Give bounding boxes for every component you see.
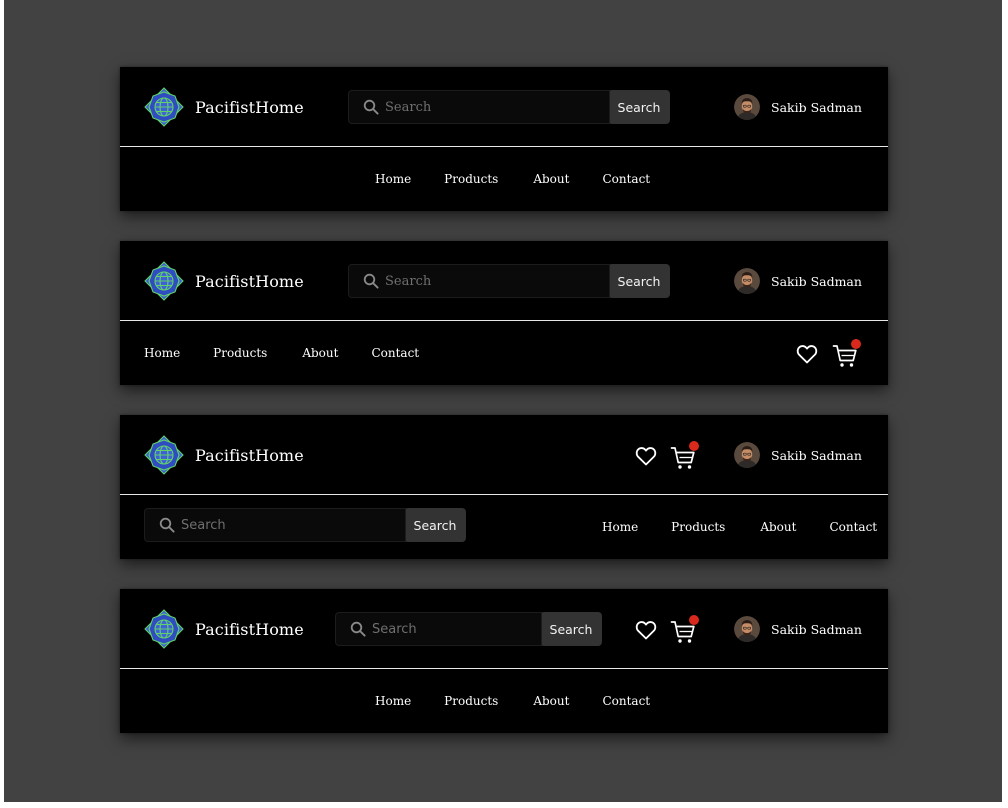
nav-link-home[interactable]: Home bbox=[144, 346, 180, 360]
cart-button[interactable] bbox=[670, 441, 699, 471]
navbar-bottom-row: Home Products About Contact bbox=[120, 321, 888, 385]
navbar-variant-1: PacifistHome Search Sakib Sadman Home Pr… bbox=[120, 67, 888, 211]
brand-name: PacifistHome bbox=[195, 271, 304, 291]
navbar-top-row: PacifistHome Search Sakib Sadman bbox=[120, 589, 888, 668]
search-input[interactable] bbox=[349, 91, 609, 123]
nav-link-about[interactable]: About bbox=[760, 520, 796, 534]
logo-icon bbox=[144, 261, 184, 301]
nav-link-products[interactable]: Products bbox=[444, 172, 498, 186]
navbar-top-row: PacifistHome Sakib Sadman bbox=[120, 415, 888, 494]
search-button[interactable]: Search bbox=[540, 612, 602, 646]
brand[interactable]: PacifistHome bbox=[144, 261, 304, 301]
nav-link-contact[interactable]: Contact bbox=[602, 694, 650, 708]
search-button[interactable]: Search bbox=[608, 264, 670, 298]
navbar-top-row: PacifistHome Search Sakib Sadman bbox=[120, 67, 888, 146]
search-bar: Search bbox=[348, 264, 670, 298]
nav-links: Home Products About Contact bbox=[375, 147, 650, 211]
user-name: Sakib Sadman bbox=[771, 621, 862, 637]
search-icon bbox=[159, 517, 175, 533]
search-button[interactable]: Search bbox=[404, 508, 466, 542]
brand-name: PacifistHome bbox=[195, 97, 304, 117]
wishlist-button[interactable] bbox=[634, 444, 660, 470]
logo-icon bbox=[144, 87, 184, 127]
nav-link-about[interactable]: About bbox=[533, 172, 569, 186]
search-icon bbox=[363, 273, 379, 289]
user-profile[interactable]: Sakib Sadman bbox=[734, 93, 862, 121]
wishlist-button[interactable] bbox=[634, 618, 660, 644]
cart-button[interactable] bbox=[670, 615, 699, 645]
avatar bbox=[734, 616, 760, 642]
heart-icon bbox=[634, 618, 658, 642]
nav-link-products[interactable]: Products bbox=[444, 694, 498, 708]
wishlist-button[interactable] bbox=[795, 342, 821, 368]
user-profile[interactable]: Sakib Sadman bbox=[734, 267, 862, 295]
search-bar: Search bbox=[348, 90, 670, 124]
heart-icon bbox=[795, 342, 819, 366]
search-bar: Search bbox=[144, 508, 466, 542]
nav-links: Home Products About Contact bbox=[144, 321, 419, 385]
nav-link-home[interactable]: Home bbox=[602, 520, 638, 534]
search-field bbox=[348, 264, 610, 298]
nav-link-home[interactable]: Home bbox=[375, 172, 411, 186]
search-input[interactable] bbox=[349, 265, 609, 297]
navbar-bottom-row: Home Products About Contact bbox=[120, 147, 888, 211]
heart-icon bbox=[634, 444, 658, 468]
nav-link-contact[interactable]: Contact bbox=[602, 172, 650, 186]
nav-link-about[interactable]: About bbox=[302, 346, 338, 360]
brand-name: PacifistHome bbox=[195, 619, 304, 639]
nav-link-contact[interactable]: Contact bbox=[829, 520, 877, 534]
avatar bbox=[734, 442, 760, 468]
nav-link-contact[interactable]: Contact bbox=[371, 346, 419, 360]
search-field bbox=[348, 90, 610, 124]
cart-badge bbox=[689, 441, 699, 451]
search-icon bbox=[363, 99, 379, 115]
navbar-variant-3: PacifistHome Sakib Sadman Search Search … bbox=[120, 415, 888, 559]
logo-icon bbox=[144, 609, 184, 649]
brand[interactable]: PacifistHome bbox=[144, 609, 304, 649]
brand[interactable]: PacifistHome bbox=[144, 87, 304, 127]
navbar-variant-4: PacifistHome Search Sakib Sadman bbox=[120, 589, 888, 733]
brand-name: PacifistHome bbox=[195, 445, 304, 465]
cart-badge bbox=[689, 615, 699, 625]
nav-link-products[interactable]: Products bbox=[671, 520, 725, 534]
navbar-bottom-row: Search Home Products About Contact bbox=[120, 495, 888, 559]
navbar-variant-2: PacifistHome Search Sakib Sadman Home Pr… bbox=[120, 241, 888, 385]
user-name: Sakib Sadman bbox=[771, 99, 862, 115]
search-button[interactable]: Search bbox=[608, 90, 670, 124]
brand[interactable]: PacifistHome bbox=[144, 435, 304, 475]
nav-link-about[interactable]: About bbox=[533, 694, 569, 708]
search-field bbox=[335, 612, 542, 646]
search-field bbox=[144, 508, 406, 542]
user-name: Sakib Sadman bbox=[771, 447, 862, 463]
search-input[interactable] bbox=[336, 613, 541, 645]
avatar bbox=[734, 268, 760, 294]
canvas: PacifistHome Search Sakib Sadman Home Pr… bbox=[4, 0, 1002, 802]
user-name: Sakib Sadman bbox=[771, 273, 862, 289]
search-bar: Search bbox=[335, 612, 602, 646]
avatar bbox=[734, 94, 760, 120]
nav-links: Home Products About Contact bbox=[375, 669, 650, 733]
cart-badge bbox=[851, 339, 861, 349]
search-input[interactable] bbox=[145, 509, 405, 541]
search-icon bbox=[350, 621, 366, 637]
navbar-top-row: PacifistHome Search Sakib Sadman bbox=[120, 241, 888, 320]
nav-links: Home Products About Contact bbox=[602, 495, 877, 559]
cart-button[interactable] bbox=[832, 339, 861, 369]
user-profile[interactable]: Sakib Sadman bbox=[734, 615, 862, 643]
navbar-bottom-row: Home Products About Contact bbox=[120, 669, 888, 733]
nav-link-home[interactable]: Home bbox=[375, 694, 411, 708]
user-profile[interactable]: Sakib Sadman bbox=[734, 441, 862, 469]
nav-link-products[interactable]: Products bbox=[213, 346, 267, 360]
logo-icon bbox=[144, 435, 184, 475]
